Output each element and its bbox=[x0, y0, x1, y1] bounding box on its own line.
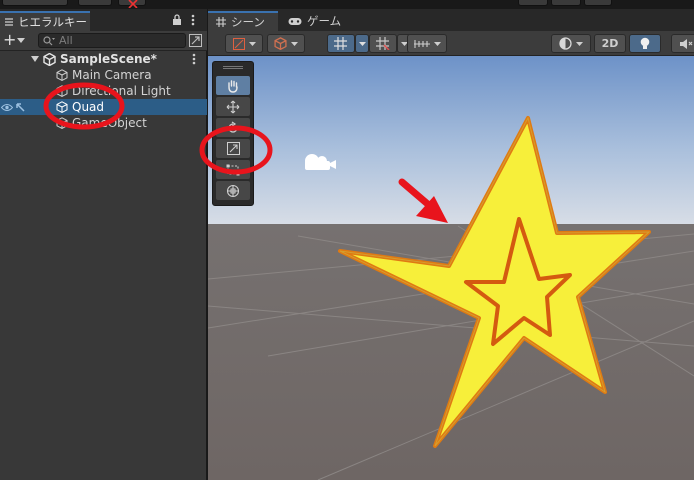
scene-menu-icon[interactable] bbox=[192, 53, 196, 65]
search-icon bbox=[43, 35, 55, 45]
layers-button[interactable] bbox=[78, 0, 112, 6]
snap-toggle-button[interactable] bbox=[369, 34, 397, 53]
layout-button-3[interactable] bbox=[584, 0, 612, 6]
scene-panel: シーン ゲーム 2D bbox=[199, 9, 694, 480]
transform-tool-button[interactable] bbox=[216, 181, 250, 200]
add-button[interactable]: + bbox=[3, 30, 16, 49]
tab-hierarchy[interactable]: ヒエラルキー bbox=[0, 11, 90, 31]
audio-toggle-button[interactable] bbox=[671, 34, 694, 53]
lighting-toggle-button[interactable] bbox=[629, 34, 661, 53]
tab-scene[interactable]: シーン bbox=[208, 11, 278, 31]
scene-visibility-toggle-icon[interactable] bbox=[189, 34, 202, 47]
hierarchy-tab-label: ヒエラルキー bbox=[18, 15, 87, 29]
unity-scene-icon bbox=[43, 52, 56, 66]
lightbulb-icon bbox=[640, 37, 650, 49]
hierarchy-search-input[interactable]: All bbox=[38, 33, 186, 48]
layout-button-2[interactable] bbox=[551, 0, 581, 6]
hierarchy-toolbar: + All bbox=[0, 30, 207, 51]
2d-mode-button[interactable]: 2D bbox=[594, 34, 626, 53]
panel-menu-icon[interactable] bbox=[191, 14, 195, 26]
increment-snap-button[interactable] bbox=[407, 34, 447, 53]
sphere-shaded-icon bbox=[559, 37, 572, 50]
grid-toggle-button[interactable] bbox=[327, 34, 355, 53]
move-arrows-icon bbox=[226, 100, 240, 113]
hand-icon bbox=[228, 79, 238, 93]
scene-row[interactable]: SampleScene* bbox=[0, 51, 207, 67]
scene-name: SampleScene* bbox=[60, 52, 157, 66]
annotation-circle-scale-tool bbox=[199, 125, 273, 175]
grid-dropdown-button[interactable] bbox=[355, 34, 369, 53]
move-tool-button[interactable] bbox=[216, 97, 250, 116]
search-placeholder: All bbox=[59, 34, 73, 47]
shaded-square-icon bbox=[232, 37, 245, 50]
grid-snap-icon bbox=[376, 37, 390, 50]
hash-grid-icon bbox=[216, 17, 226, 27]
chevron-down-icon bbox=[358, 41, 366, 46]
annotation-circle-quad bbox=[43, 82, 125, 130]
hierarchy-tabbar: ヒエラルキー bbox=[0, 9, 207, 31]
palette-drag-handle[interactable] bbox=[223, 66, 243, 69]
collab-error-icon bbox=[128, 0, 138, 8]
hand-tool-button[interactable] bbox=[216, 76, 250, 95]
scene-toolbar: 2D bbox=[208, 31, 694, 56]
hierarchy-panel: ヒエラルキー + All SampleScene* Main Camera Di… bbox=[0, 9, 207, 480]
draw-mode-button[interactable] bbox=[225, 34, 263, 53]
gamepad-icon bbox=[288, 17, 302, 25]
hierarchy-list-icon bbox=[5, 18, 13, 26]
transform-gizmo-icon bbox=[226, 184, 240, 197]
grid-y-icon bbox=[334, 37, 347, 50]
chevron-down-icon bbox=[248, 41, 256, 46]
tab-game-label: ゲーム bbox=[307, 14, 342, 28]
layout-button-1[interactable] bbox=[518, 0, 548, 6]
expand-arrow-icon[interactable] bbox=[31, 56, 39, 62]
scene-visibility-button[interactable] bbox=[551, 34, 591, 53]
add-dropdown-icon[interactable] bbox=[17, 38, 25, 43]
chevron-down-icon bbox=[433, 41, 441, 46]
scene-tabbar: シーン ゲーム bbox=[208, 9, 694, 31]
chevron-down-icon bbox=[576, 41, 583, 46]
account-button[interactable] bbox=[2, 0, 68, 6]
chevron-down-icon bbox=[291, 41, 298, 46]
shading-mode-button[interactable] bbox=[267, 34, 305, 53]
cube-shaded-icon bbox=[274, 37, 287, 50]
tab-scene-label: シーン bbox=[231, 15, 265, 29]
speaker-mute-icon bbox=[680, 38, 693, 49]
ruler-icon bbox=[413, 39, 430, 48]
pickable-hand-icon[interactable] bbox=[15, 102, 26, 113]
lock-icon[interactable] bbox=[172, 14, 182, 26]
collab-button[interactable] bbox=[118, 0, 146, 8]
tab-game[interactable]: ゲーム bbox=[280, 11, 360, 31]
visibility-eye-icon[interactable] bbox=[1, 103, 13, 112]
